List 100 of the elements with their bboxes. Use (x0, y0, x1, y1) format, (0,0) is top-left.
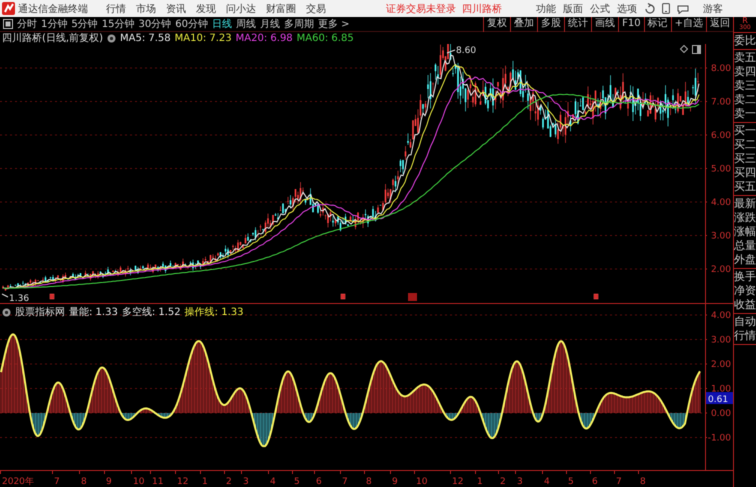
date-axis-label: 7 (616, 477, 622, 487)
login-status-link[interactable]: 证券交易未登录 (386, 2, 456, 16)
date-axis-label: 4 (544, 477, 550, 487)
ma-value: MA10: 7.23 (174, 32, 232, 44)
indicator-axis-label: 3.00 (710, 336, 731, 346)
quote-label: 买三 (734, 152, 756, 166)
date-axis-label: 2 (500, 477, 506, 487)
ma-value: MA60: 6.85 (296, 32, 354, 44)
quote-label: 卖二 (734, 93, 756, 107)
event-marker-icon[interactable] (340, 294, 346, 300)
gear-icon[interactable] (106, 34, 116, 42)
indicator-value: 操作线: 1.33 (184, 306, 244, 319)
date-axis-label: 1 (477, 477, 483, 487)
diamond-icon[interactable] (680, 45, 688, 53)
current-value-tag: 0.61 (706, 392, 733, 406)
date-axis-label: 2 (226, 477, 232, 487)
period-tab[interactable]: 分时 (17, 17, 37, 31)
quote-label: 行情 (734, 329, 756, 343)
indicator-name[interactable]: 股票指标网 (15, 305, 65, 319)
quote-label: 卖三 (734, 79, 756, 93)
menu-item[interactable]: 财富圈 (266, 2, 296, 16)
toolbar-button[interactable]: 复权 (483, 16, 510, 32)
period-tab[interactable]: 30分钟 (138, 17, 172, 31)
quote-label: 买二 (734, 138, 756, 152)
date-axis-label: 9 (392, 477, 398, 487)
indicator-value: 量能: 1.33 (69, 306, 118, 319)
ma-value: MA5: 7.58 (120, 32, 171, 44)
quote-label: 买四 (734, 166, 756, 180)
panel-toggle-icon[interactable] (692, 45, 701, 54)
menu-item[interactable]: 资讯 (166, 2, 186, 16)
quote-label: 买一 (734, 124, 756, 138)
date-axis-label: 10 (133, 477, 144, 487)
toolbar-button[interactable]: 返回 (706, 16, 733, 32)
period-tab[interactable]: 5分钟 (71, 17, 98, 31)
date-axis-label: 10 (416, 477, 428, 487)
refresh-icon[interactable] (644, 3, 655, 14)
period-tab[interactable]: 多周期 (284, 17, 314, 31)
period-tab[interactable]: 更多 > (318, 17, 350, 31)
date-axis-label: 12 (177, 477, 188, 487)
toolbar-button[interactable]: 叠加 (510, 16, 538, 32)
event-marker-icon[interactable] (594, 294, 598, 300)
toolbar-button[interactable]: 标记 (644, 16, 671, 32)
date-axis-label: 6 (592, 477, 598, 487)
menu-item[interactable]: 交易 (306, 2, 326, 16)
toolbar-button[interactable]: 统计 (564, 16, 592, 32)
date-axis-label: 4 (270, 477, 276, 487)
quote-label: 委比 (734, 34, 756, 48)
quote-label: 换手 (734, 270, 756, 284)
date-axis-label: 12 (452, 477, 464, 487)
quote-label: 总量 (734, 239, 756, 253)
stock-name-link[interactable]: 四川路桥 (462, 2, 502, 16)
period-tab[interactable]: 60分钟 (175, 17, 208, 31)
phone-icon[interactable] (662, 3, 670, 14)
toolbar-button[interactable]: 画线 (591, 16, 618, 32)
price-axis-label: 2.00 (710, 265, 731, 275)
window-icon[interactable] (3, 19, 13, 29)
menu-item[interactable]: 问小达 (226, 2, 256, 16)
user-name[interactable]: 游客 (703, 2, 723, 16)
period-tab[interactable]: 月线 (260, 17, 280, 31)
date-axis-label: 9 (106, 477, 112, 487)
price-axis-label: 6.00 (710, 131, 731, 141)
price-axis-label: 5.00 (710, 164, 731, 174)
quote-label: 最新 (734, 197, 756, 211)
menu-item[interactable]: 发现 (196, 2, 216, 16)
price-axis-label: 7.00 (710, 98, 731, 108)
app-name: 通达信金融终端 (18, 2, 88, 16)
quote-label: 自动 (734, 315, 756, 329)
date-axis-label: 7 (342, 477, 348, 487)
quote-label: 涨跌 (734, 211, 756, 225)
menu-item[interactable]: 行情 (106, 2, 126, 16)
toolbar-button[interactable]: 多股 (537, 16, 564, 32)
period-tab[interactable]: 1分钟 (41, 17, 68, 31)
period-tab[interactable]: 日线 (212, 17, 232, 31)
menu-item[interactable]: 功能 (536, 2, 556, 16)
quote-label: 买五 (734, 180, 756, 194)
date-axis-label: 1 (202, 477, 208, 487)
indicator-axis-label: 0.00 (710, 409, 731, 419)
indicator-axis-label: 2.00 (710, 360, 731, 370)
quote-label: 净资 (734, 284, 756, 298)
gear-icon[interactable] (2, 308, 11, 316)
menu-item[interactable]: 版面 (563, 2, 583, 16)
indicator-value: 多空线: 1.52 (122, 306, 181, 319)
menu-item[interactable]: 市场 (136, 2, 156, 16)
period-tab[interactable]: 周线 (236, 17, 256, 31)
quote-label: 卖五 (734, 51, 756, 65)
message-icon[interactable] (677, 4, 689, 14)
price-axis-label: 3.00 (710, 232, 731, 242)
quote-label: 外盘 (734, 253, 756, 267)
date-axis-label: 8 (366, 477, 372, 487)
toolbar-button[interactable]: +自选 (670, 16, 706, 32)
ma-value: MA20: 6.98 (236, 32, 293, 44)
period-tab[interactable]: 15分钟 (102, 17, 134, 31)
toolbar-button[interactable]: F10 (618, 16, 644, 32)
event-marker-icon[interactable] (50, 294, 54, 300)
indicator-axis-label: 1.00 (710, 384, 731, 394)
menu-item[interactable]: 选项 (617, 2, 637, 16)
quote-label: 卖一 (734, 107, 756, 121)
date-axis-label: 7 (54, 477, 60, 487)
menu-item[interactable]: 公式 (590, 2, 610, 16)
event-marker-icon[interactable] (408, 293, 417, 301)
